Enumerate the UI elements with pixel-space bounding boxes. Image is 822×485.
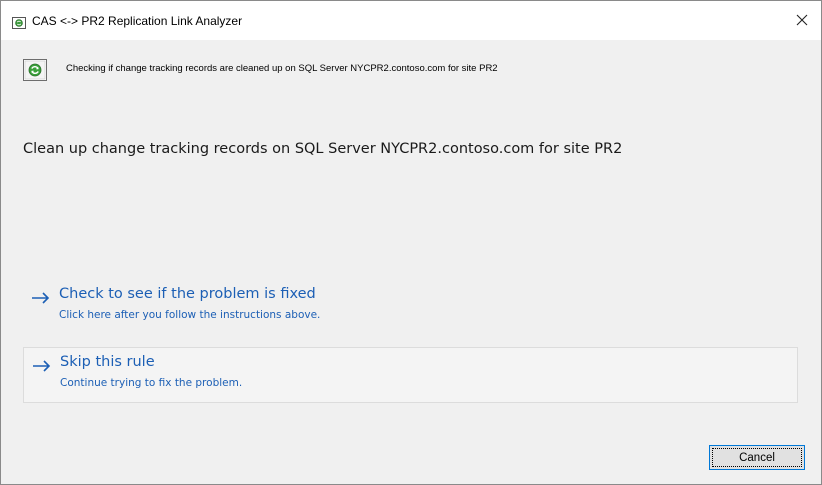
- status-header: Checking if change tracking records are …: [1, 40, 821, 98]
- cancel-button[interactable]: Cancel: [709, 445, 805, 470]
- dialog-content: Checking if change tracking records are …: [1, 40, 821, 484]
- replication-link-analyzer-dialog: CAS <-> PR2 Replication Link Analyzer Ch…: [0, 0, 822, 485]
- app-icon: [12, 16, 26, 29]
- command-title: Skip this rule: [60, 354, 155, 370]
- arrow-right-icon: [31, 291, 51, 305]
- command-title: Check to see if the problem is fixed: [59, 286, 316, 302]
- check-fixed-command-link[interactable]: Check to see if the problem is fixed Cli…: [23, 280, 798, 336]
- progress-icon: [23, 59, 47, 81]
- status-message: Checking if change tracking records are …: [66, 63, 498, 74]
- arrow-right-icon: [32, 359, 52, 373]
- close-icon: [796, 13, 808, 31]
- skip-rule-command-link[interactable]: Skip this rule Continue trying to fix th…: [23, 347, 798, 403]
- title-bar: CAS <-> PR2 Replication Link Analyzer: [1, 1, 821, 40]
- close-button[interactable]: [787, 9, 817, 35]
- command-subtitle: Continue trying to fix the problem.: [60, 377, 243, 389]
- main-instruction: Clean up change tracking records on SQL …: [23, 141, 623, 157]
- command-subtitle: Click here after you follow the instruct…: [59, 309, 321, 321]
- window-title: CAS <-> PR2 Replication Link Analyzer: [32, 14, 243, 28]
